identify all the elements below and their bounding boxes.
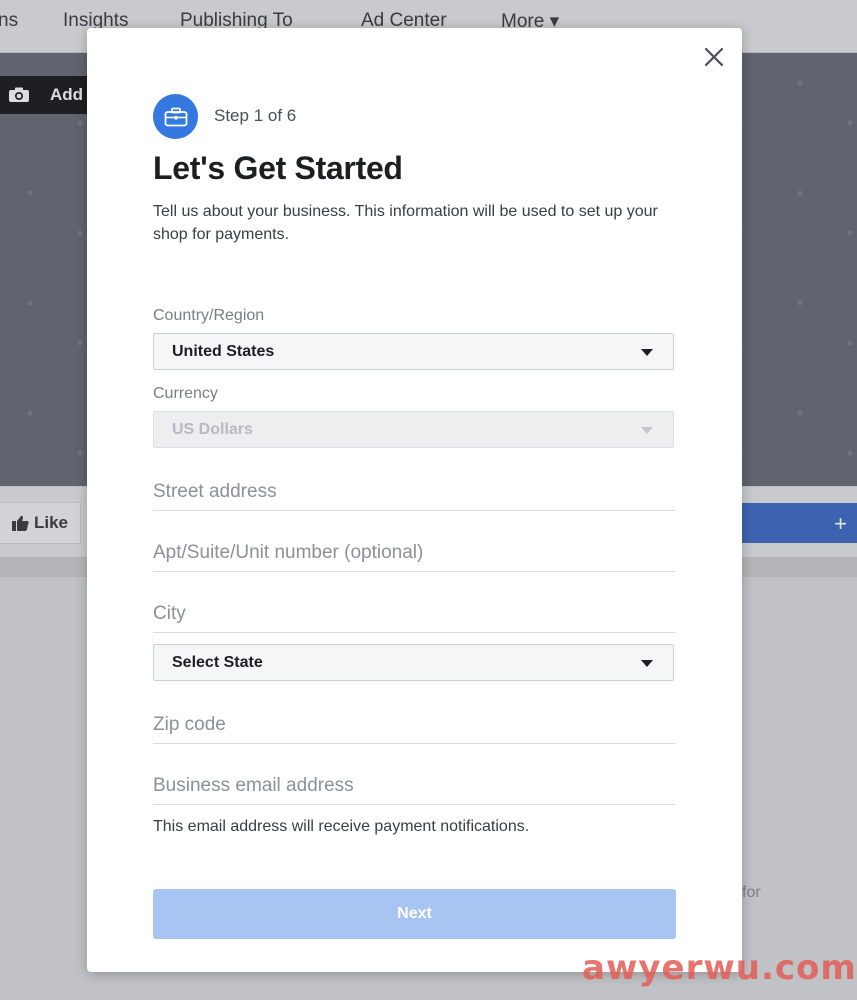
- currency-select: US Dollars: [153, 411, 674, 448]
- caret-down-icon: [641, 427, 653, 434]
- background-blue-bar: +: [742, 503, 857, 543]
- business-email-input[interactable]: [153, 768, 676, 805]
- close-icon[interactable]: [703, 46, 725, 68]
- currency-value: US Dollars: [172, 420, 253, 438]
- city-input[interactable]: [153, 596, 676, 633]
- bg-like-button: Like: [0, 502, 81, 544]
- country-label: Country/Region: [153, 307, 265, 324]
- modal-title: Let's Get Started: [153, 150, 403, 186]
- plus-icon: +: [834, 511, 847, 536]
- watermark: awyerwu.com: [582, 948, 857, 988]
- setup-shop-modal: Step 1 of 6 Let's Get Started Tell us ab…: [87, 28, 742, 972]
- caret-down-icon: [641, 660, 653, 667]
- thumbs-up-icon: [11, 515, 29, 531]
- apt-unit-input[interactable]: [153, 535, 676, 572]
- country-select[interactable]: United States: [153, 333, 674, 370]
- state-select[interactable]: Select State: [153, 644, 674, 681]
- country-value: United States: [172, 342, 275, 360]
- camera-icon: [9, 87, 29, 102]
- bg-add-label: Add: [50, 85, 84, 104]
- modal-subtitle: Tell us about your business. This inform…: [153, 203, 658, 243]
- briefcase-icon: [153, 94, 198, 139]
- email-helper-text: This email address will receive payment …: [153, 818, 530, 835]
- step-indicator: Step 1 of 6: [214, 106, 297, 125]
- state-value: Select State: [172, 653, 263, 671]
- bg-like-label: Like: [33, 513, 69, 532]
- street-address-input[interactable]: [153, 474, 676, 511]
- next-button[interactable]: Next: [153, 889, 676, 939]
- currency-label: Currency: [153, 385, 218, 402]
- zip-code-input[interactable]: [153, 707, 676, 744]
- bg-partial-text: for: [742, 884, 761, 901]
- bg-nav-item-truncated: ns: [0, 10, 19, 31]
- caret-down-icon: [641, 349, 653, 356]
